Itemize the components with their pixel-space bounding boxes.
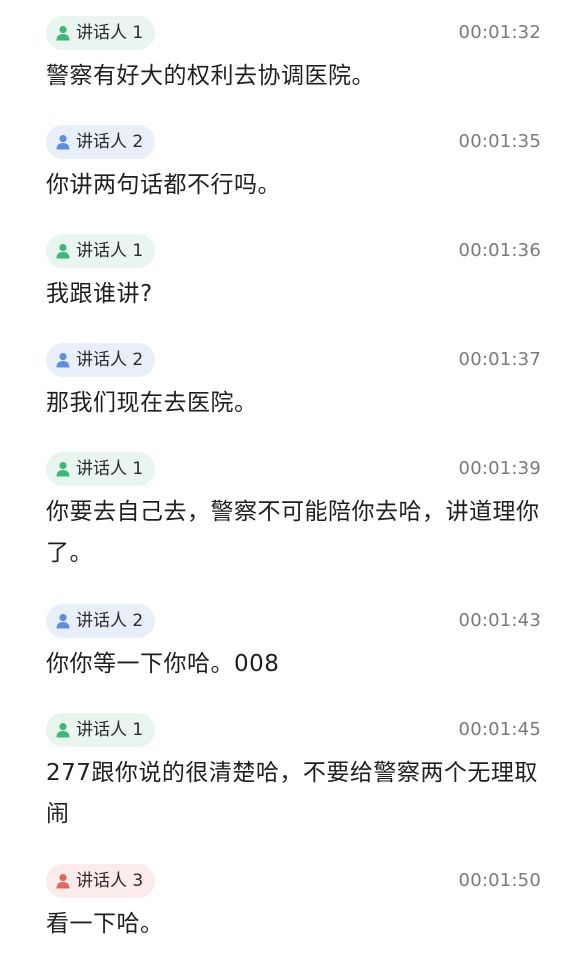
timestamp[interactable]: 00:01:39 [459, 452, 541, 486]
speaker-label: 讲话人 2 [76, 611, 144, 631]
utterance-text: 277跟你说的很清楚哈，不要给警察两个无理取闹 [46, 760, 538, 827]
person-icon [56, 25, 70, 41]
speaker-label: 讲话人 2 [76, 350, 144, 370]
speaker-tag[interactable]: 讲话人 2 [46, 125, 156, 159]
speaker-tag[interactable]: 讲话人 1 [46, 713, 156, 747]
utterance-text: 看一下哈。 [46, 911, 164, 937]
utterance-text: 那我们现在去医院。 [46, 390, 258, 416]
speaker-label: 讲话人 1 [76, 23, 144, 43]
utterance-text: 警察有好大的权利去协调医院。 [46, 63, 375, 89]
utterance-text: 你讲两句话都不行吗。 [46, 172, 281, 198]
person-icon [56, 134, 70, 150]
transcript-entry[interactable]: 讲话人 1 00:01:32 警察有好大的权利去协调医院。 [0, 16, 587, 89]
speaker-label: 讲话人 3 [76, 871, 144, 891]
timestamp[interactable]: 00:01:32 [459, 16, 541, 50]
utterance-text: 我跟谁讲? [46, 281, 153, 307]
person-icon [56, 873, 70, 889]
utterance-text: 你你等一下你哈。008 [46, 651, 280, 677]
timestamp[interactable]: 00:01:50 [459, 864, 541, 898]
utterance-text: 你要去自己去，警察不可能陪你去哈，讲道理你了。 [46, 499, 540, 566]
speaker-label: 讲话人 2 [76, 132, 144, 152]
timestamp[interactable]: 00:01:35 [459, 125, 541, 159]
person-icon [56, 352, 70, 368]
person-icon [56, 461, 70, 477]
timestamp[interactable]: 00:01:45 [459, 713, 541, 747]
transcript-entry[interactable]: 讲话人 2 00:01:35 你讲两句话都不行吗。 [0, 125, 587, 198]
speaker-tag[interactable]: 讲话人 1 [46, 16, 156, 50]
speaker-tag[interactable]: 讲话人 3 [46, 864, 156, 898]
speaker-label: 讲话人 1 [76, 459, 144, 479]
transcript-entry[interactable]: 讲话人 1 00:01:45 277跟你说的很清楚哈，不要给警察两个无理取闹 [0, 713, 587, 827]
transcript-list: 讲话人 1 00:01:32 警察有好大的权利去协调医院。 讲话人 2 00:0… [0, 0, 587, 960]
timestamp[interactable]: 00:01:37 [459, 343, 541, 377]
timestamp[interactable]: 00:01:36 [459, 234, 541, 268]
speaker-tag[interactable]: 讲话人 1 [46, 234, 156, 268]
person-icon [56, 722, 70, 738]
speaker-tag[interactable]: 讲话人 2 [46, 343, 156, 377]
person-icon [56, 243, 70, 259]
transcript-entry[interactable]: 讲话人 2 00:01:37 那我们现在去医院。 [0, 343, 587, 416]
speaker-label: 讲话人 1 [76, 720, 144, 740]
speaker-label: 讲话人 1 [76, 241, 144, 261]
transcript-entry[interactable]: 讲话人 3 00:01:50 看一下哈。 [0, 864, 587, 937]
transcript-entry[interactable]: 讲话人 1 00:01:36 我跟谁讲? [0, 234, 587, 307]
transcript-entry[interactable]: 讲话人 2 00:01:43 你你等一下你哈。008 [0, 604, 587, 677]
speaker-tag[interactable]: 讲话人 2 [46, 604, 156, 638]
timestamp[interactable]: 00:01:43 [459, 604, 541, 638]
person-icon [56, 613, 70, 629]
speaker-tag[interactable]: 讲话人 1 [46, 452, 156, 486]
transcript-entry[interactable]: 讲话人 1 00:01:39 你要去自己去，警察不可能陪你去哈，讲道理你了。 [0, 452, 587, 566]
